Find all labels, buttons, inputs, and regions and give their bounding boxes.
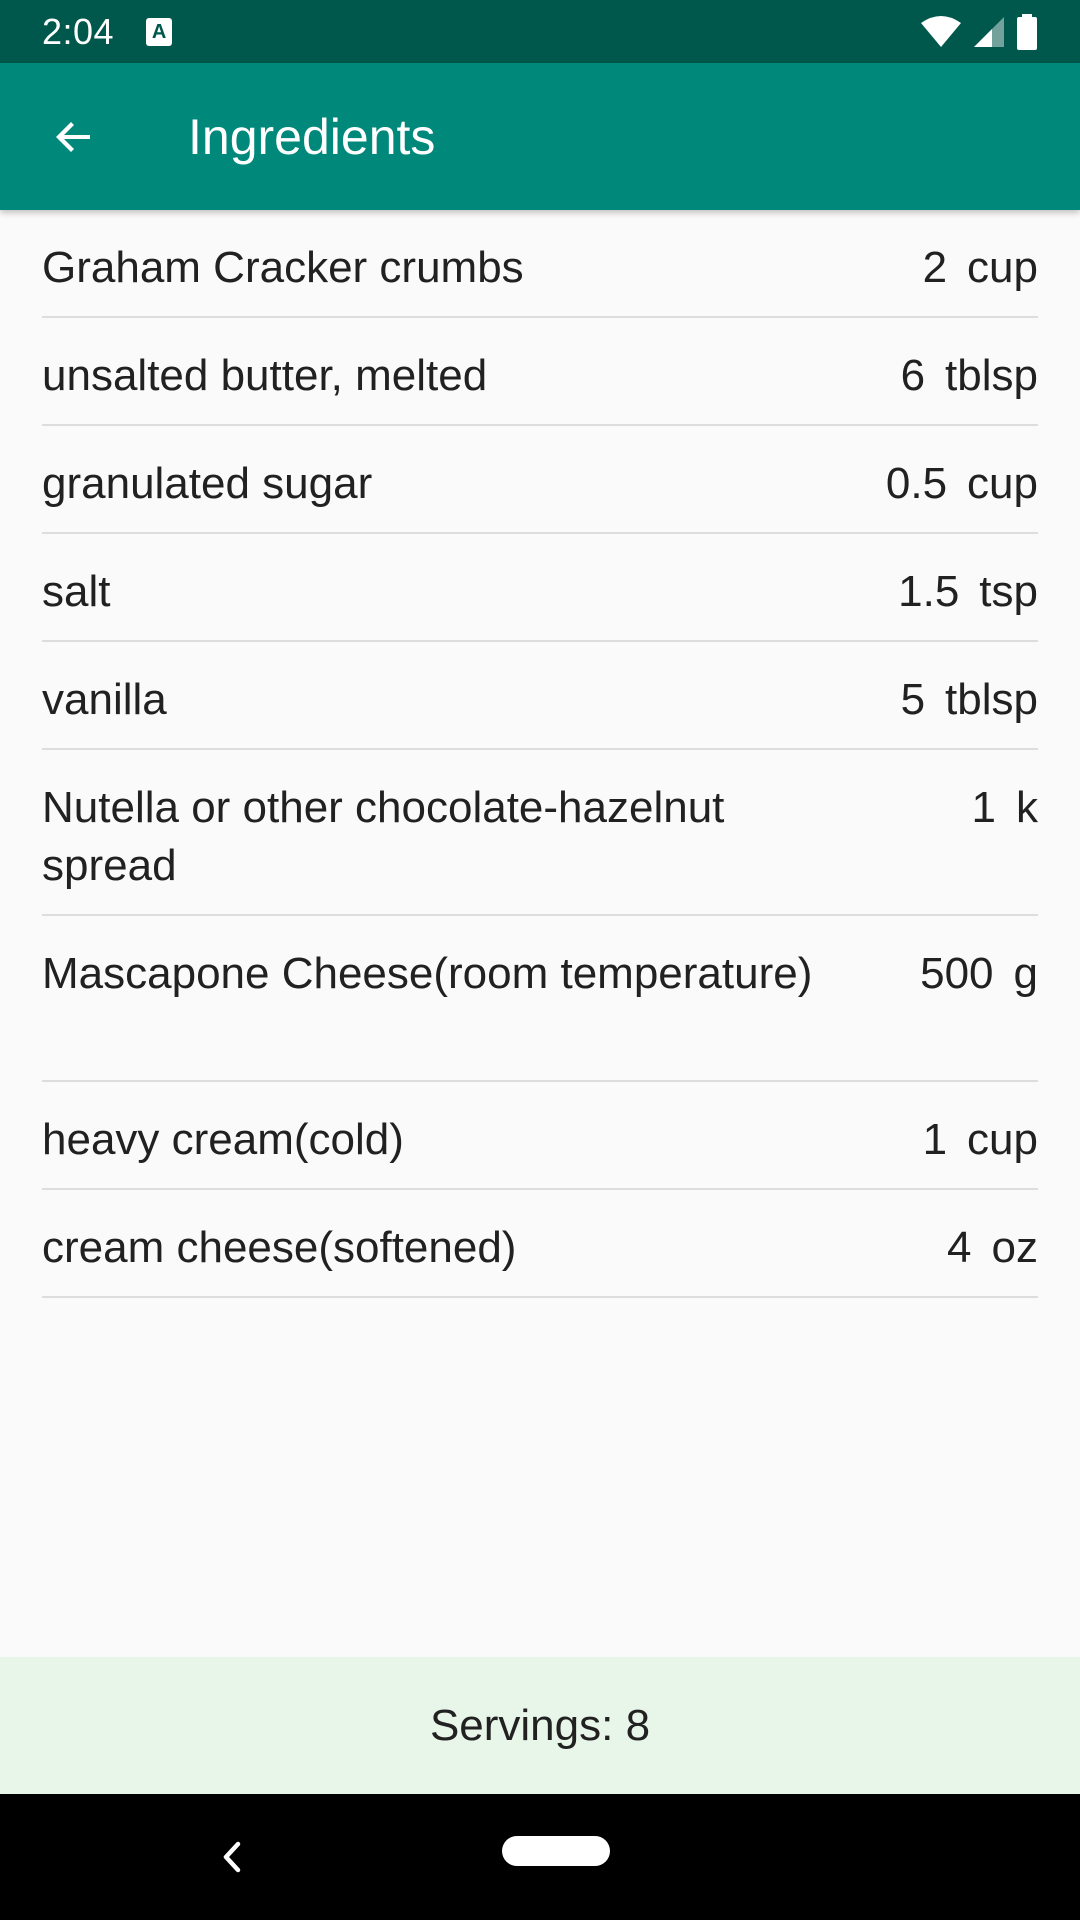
ingredient-amount: 6 (900, 351, 926, 400)
status-bar: 2:04 A (0, 0, 1080, 63)
ingredient-quantity: 2 cup (923, 239, 1038, 297)
notification-icon: A (146, 17, 173, 46)
ingredient-list: Graham Cracker crumbs 2 cup unsalted but… (42, 210, 1038, 1298)
ingredient-name: Mascapone Cheese(room temperature) (42, 949, 813, 998)
ingredient-amount: 2 (922, 243, 948, 292)
ingredient-quantity: 500 g (920, 945, 1038, 1003)
navigation-bar (0, 1794, 1080, 1920)
servings-label: Servings: 8 (429, 1700, 651, 1750)
list-item: salt 1.5 tsp (42, 534, 1038, 642)
ingredient-unit: cup (967, 459, 1038, 508)
ingredient-name: salt (42, 567, 111, 616)
arrow-back-icon (56, 121, 90, 152)
ingredient-quantity: 1 cup (923, 1111, 1038, 1169)
list-item: Graham Cracker crumbs 2 cup (42, 210, 1038, 318)
ingredient-unit: oz (991, 1223, 1038, 1272)
ingredient-name: cream cheese(softened) (42, 1223, 517, 1272)
list-item: Mascapone Cheese(room temperature) 500 g (42, 916, 1038, 1082)
ingredient-unit: tblsp (945, 675, 1038, 724)
ingredient-unit: g (1013, 949, 1038, 998)
nav-back-icon[interactable] (212, 1832, 252, 1882)
back-button[interactable] (24, 87, 124, 187)
ingredient-amount: 500 (920, 949, 994, 998)
notification-icon-glyph: A (151, 20, 167, 43)
ingredient-quantity: 1 k (972, 779, 1038, 837)
ingredient-amount: 1.5 (898, 567, 960, 616)
ingredient-unit: k (1016, 783, 1038, 832)
page-title: Ingredients (188, 108, 436, 165)
ingredient-amount: 4 (947, 1223, 972, 1272)
ingredient-unit: cup (967, 243, 1038, 292)
ingredient-amount: 1 (922, 1115, 948, 1164)
status-icons (920, 13, 1038, 50)
status-time: 2:04 (42, 10, 115, 52)
list-item: granulated sugar 0.5 cup (42, 426, 1038, 534)
cell-signal-icon (974, 16, 1004, 47)
ingredient-name: granulated sugar (42, 459, 373, 508)
ingredient-quantity: 5 tblsp (901, 671, 1038, 729)
list-item: heavy cream(cold) 1 cup (42, 1082, 1038, 1190)
list-item: unsalted butter, melted 6 tblsp (42, 318, 1038, 426)
list-item: vanilla 5 tblsp (42, 642, 1038, 750)
ingredient-quantity: 0.5 cup (886, 455, 1038, 513)
servings-bar: Servings: 8 (0, 1657, 1080, 1794)
ingredient-amount: 5 (900, 675, 926, 724)
wifi-icon (921, 15, 961, 47)
list-item: cream cheese(softened) 4 oz (42, 1190, 1038, 1298)
ingredient-name: Graham Cracker crumbs (42, 243, 524, 292)
list-item: Nutella or other chocolate-hazelnut spre… (42, 750, 1038, 916)
ingredient-name: unsalted butter, melted (42, 351, 488, 400)
ingredient-name: heavy cream(cold) (42, 1115, 404, 1164)
ingredient-unit: tsp (979, 567, 1038, 616)
ingredient-amount: 0.5 (885, 459, 948, 508)
ingredient-quantity: 6 tblsp (901, 347, 1038, 405)
ingredient-name: vanilla (42, 675, 167, 724)
ingredient-name: Nutella or other chocolate-hazelnut spre… (42, 783, 725, 890)
ingredient-amount: 1 (971, 783, 996, 832)
nav-home-button[interactable] (502, 1836, 610, 1866)
ingredient-unit: tblsp (945, 351, 1038, 400)
ingredient-quantity: 4 oz (947, 1219, 1038, 1277)
ingredient-quantity: 1.5 tsp (898, 563, 1038, 621)
app-bar: Ingredients (0, 63, 1080, 210)
ingredient-unit: cup (967, 1115, 1038, 1164)
battery-icon (1017, 13, 1037, 50)
